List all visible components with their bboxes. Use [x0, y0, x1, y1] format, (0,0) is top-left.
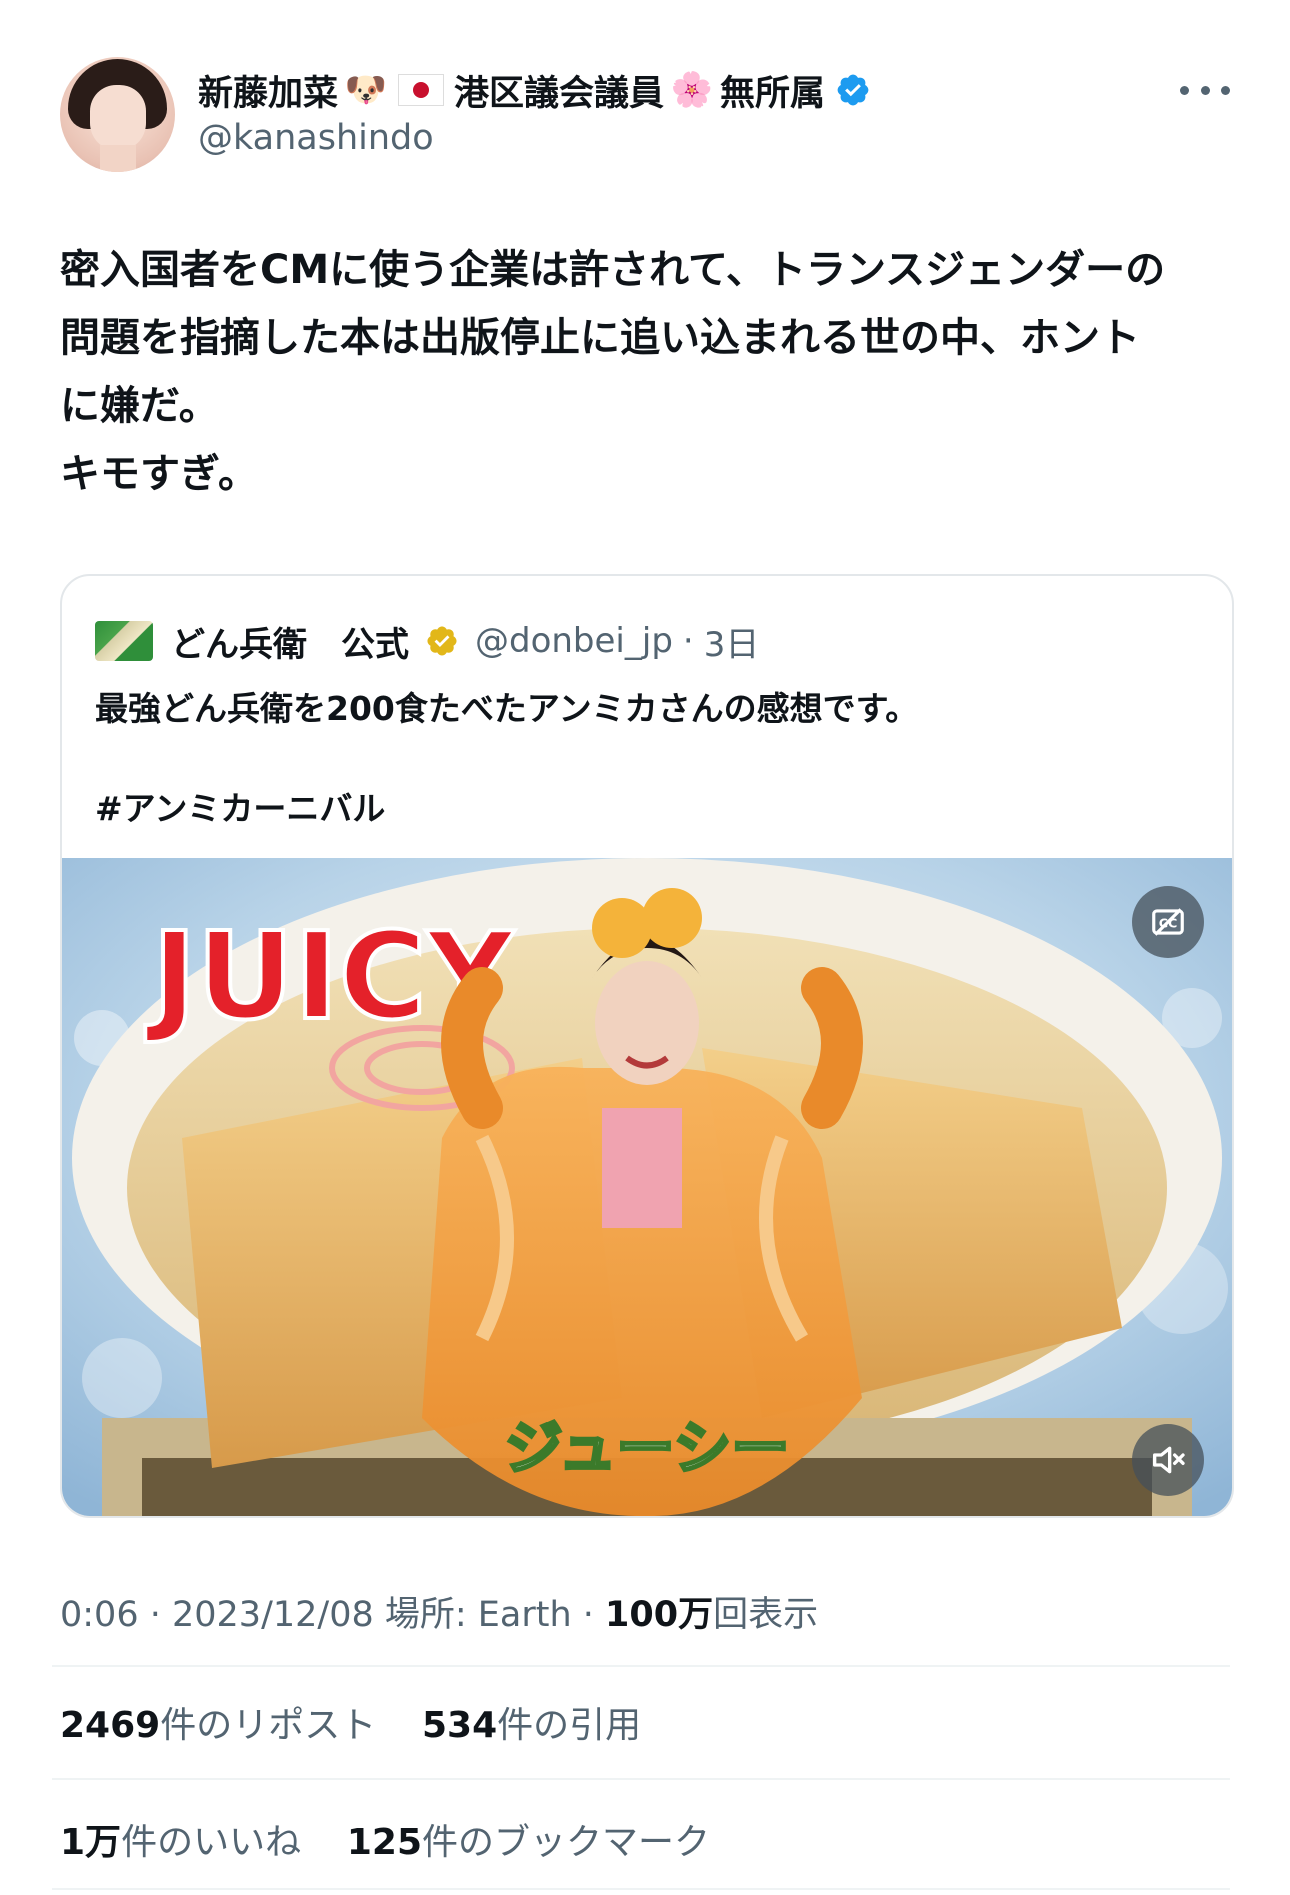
bookmarks-count: 125	[346, 1822, 423, 1863]
author-avatar[interactable]	[60, 57, 175, 172]
tweet-time[interactable]: 0:06	[60, 1595, 139, 1635]
views-label: 回表示	[713, 1595, 819, 1635]
quotes-label: 件の引用	[497, 1705, 642, 1746]
separator-dot: ·	[682, 621, 694, 661]
likes-label: 件のいいね	[121, 1822, 302, 1863]
likes-count: 1万	[60, 1822, 122, 1863]
quoted-tweet-hashtag[interactable]: #アンミカーニバル	[95, 784, 385, 834]
tweet-line: キモすぎ。	[60, 451, 258, 497]
tweet-line: 問題を指摘した本は出版停止に追い込まれる世の中、ホント	[60, 315, 1140, 361]
quoted-tweet-card[interactable]: どん兵衛 公式 @donbei_jp · 3日 最強どん兵衛を200食たべたアン…	[60, 574, 1234, 1518]
video-frame: JUICY ジューシー	[62, 858, 1232, 1516]
reposts-link[interactable]: 2469件のリポスト	[60, 1705, 376, 1746]
quoted-author-handle[interactable]: @donbei_jp	[475, 621, 673, 661]
quoted-tweet-text: 最強どん兵衛を200食たべたアンミカさんの感想です。	[95, 689, 919, 728]
quoted-video[interactable]: JUICY ジューシー	[62, 858, 1232, 1516]
tweet-date[interactable]: 2023/12/08	[172, 1595, 374, 1635]
cherry-blossom-emoji-icon: 🌸	[670, 70, 714, 110]
separator-dot: ·	[138, 1595, 172, 1635]
captions-toggle-button[interactable]: CC	[1132, 886, 1204, 958]
stats-row-1: 2469件のリポスト 534件の引用	[60, 1696, 641, 1748]
divider	[52, 1778, 1230, 1780]
verified-badge-icon	[837, 74, 869, 106]
quotes-count: 534	[422, 1705, 498, 1746]
divider	[52, 1888, 1230, 1890]
author-name-row[interactable]: 新藤加菜 🐶 港区議会議員 🌸 無所属	[198, 64, 871, 116]
captions-off-icon: CC	[1152, 908, 1184, 936]
tweet-text: 密入国者をCMに使う企業は許されて、トランスジェンダーの 問題を指摘した本は出版…	[60, 236, 1240, 508]
more-options-icon[interactable]	[1180, 78, 1230, 102]
bookmarks-label: 件のブックマーク	[422, 1822, 711, 1863]
japan-flag-icon	[398, 74, 445, 106]
tweet-meta: 0:06 · 2023/12/08 場所: Earth · 100万回表示	[60, 1586, 818, 1637]
video-caption: ジューシー	[505, 1414, 790, 1482]
tweet-line: 密入国者をCMに使う企業は許されて、トランスジェンダーの	[60, 247, 1166, 293]
bookmarks-link[interactable]: 125件のブックマーク	[347, 1822, 710, 1863]
likes-link[interactable]: 1万件のいいね	[60, 1822, 301, 1863]
quoted-author-name[interactable]: どん兵衛 公式	[171, 617, 409, 666]
muted-speaker-icon	[1153, 1446, 1185, 1474]
tweet-line: に嫌だ。	[60, 383, 219, 429]
tweet-location: 場所: Earth	[384, 1595, 572, 1635]
quoted-tweet-time[interactable]: 3日	[704, 617, 760, 666]
dog-emoji-icon: 🐶	[344, 70, 388, 110]
tweet-detail: 新藤加菜 🐶 港区議会議員 🌸 無所属 @kanashindo 密入国者をCMに…	[0, 0, 1290, 1895]
quoted-tweet-header: どん兵衛 公式 @donbei_jp · 3日	[95, 616, 759, 666]
divider	[52, 1665, 1230, 1667]
gold-verified-badge-icon	[427, 626, 457, 656]
quotes-link[interactable]: 534件の引用	[422, 1705, 641, 1746]
author-name-part3: 無所属	[720, 73, 826, 114]
stats-row-2: 1万件のいいね 125件のブックマーク	[60, 1813, 710, 1865]
mute-toggle-button[interactable]	[1132, 1424, 1204, 1496]
author-name-part1: 新藤加菜	[198, 73, 339, 114]
reposts-label: 件のリポスト	[160, 1705, 377, 1746]
quoted-author-avatar[interactable]	[95, 621, 153, 661]
views-count: 100万	[605, 1595, 714, 1635]
separator-dot: ·	[571, 1595, 606, 1635]
author-name-part2: 港区議会議員	[454, 73, 665, 114]
reposts-count: 2469	[60, 1705, 161, 1746]
author-handle[interactable]: @kanashindo	[198, 118, 434, 158]
